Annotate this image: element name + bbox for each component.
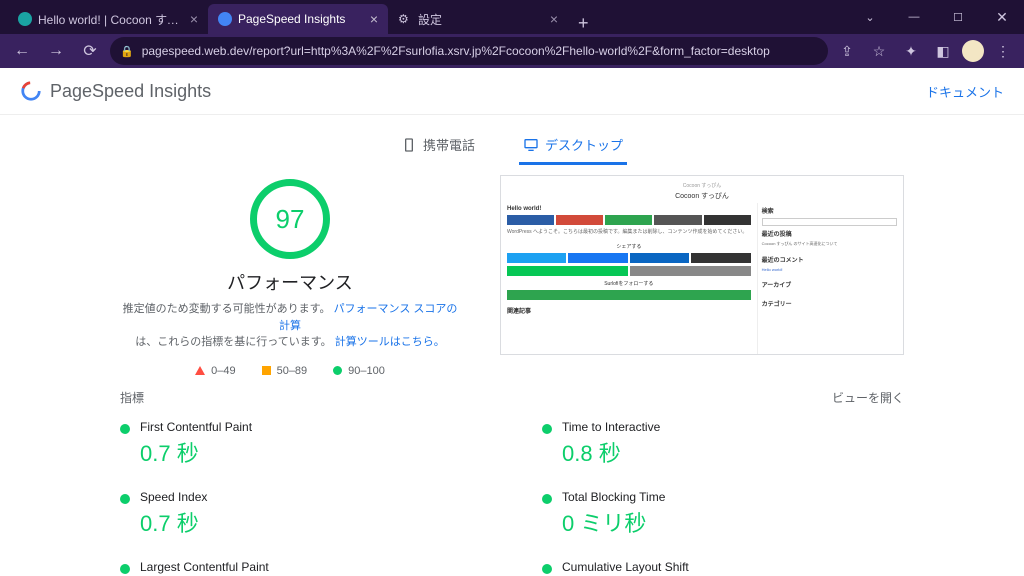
metric-si: Speed Index0.7 秒 xyxy=(120,484,482,544)
forward-button[interactable]: → xyxy=(42,37,70,65)
new-tab-button[interactable]: + xyxy=(568,13,599,34)
metric-fcp: First Contentful Paint0.7 秒 xyxy=(120,414,482,474)
tab-desktop[interactable]: デスクトップ xyxy=(519,127,627,165)
close-icon[interactable]: × xyxy=(370,11,378,27)
legend-high: 90–100 xyxy=(333,365,385,377)
metric-cls: Cumulative Layout Shift0.004 xyxy=(542,554,904,576)
performance-note: 推定値のため変動する可能性があります。 パフォーマンス スコアの計算 は、これら… xyxy=(120,301,460,351)
star-icon[interactable]: ☆ xyxy=(866,38,892,64)
performance-score: 97 xyxy=(250,179,330,259)
profile-avatar[interactable] xyxy=(962,40,984,62)
close-icon[interactable]: × xyxy=(550,11,558,27)
gear-icon: ⚙ xyxy=(398,12,412,26)
performance-label: パフォーマンス xyxy=(227,269,353,295)
tab-title: PageSpeed Insights xyxy=(238,12,364,26)
psi-header: PageSpeed Insights ドキュメント xyxy=(0,68,1024,115)
close-icon[interactable]: × xyxy=(190,11,198,27)
status-dot-icon xyxy=(542,564,552,574)
status-dot-icon xyxy=(120,494,130,504)
device-tabs: 携帯電話 デスクトップ xyxy=(0,127,1024,165)
window-controls: ⌄ — ☐ ✕ xyxy=(848,0,1024,34)
report-summary: 97 パフォーマンス 推定値のため変動する可能性があります。 パフォーマンス ス… xyxy=(0,165,1024,377)
browser-tab-active[interactable]: PageSpeed Insights × xyxy=(208,4,388,34)
metric-tti: Time to Interactive0.8 秒 xyxy=(542,414,904,474)
metric-lcp: Largest Contentful Paint1.2 秒 xyxy=(120,554,482,576)
browser-tab[interactable]: Hello world! | Cocoon すっぴん × xyxy=(8,4,208,34)
mobile-icon xyxy=(401,137,417,153)
tab-label: デスクトップ xyxy=(545,135,623,154)
desktop-icon xyxy=(523,137,539,153)
score-legend: 0–49 50–89 90–100 xyxy=(195,365,385,377)
chevron-down-icon[interactable]: ⌄ xyxy=(848,0,892,34)
page-content: PageSpeed Insights ドキュメント 携帯電話 デスクトップ 97… xyxy=(0,68,1024,576)
site-screenshot: Cocoon すっぴん Cocoon すっぴん Hello world! Wor… xyxy=(500,175,904,355)
menu-icon[interactable]: ⋮ xyxy=(990,38,1016,64)
close-window-button[interactable]: ✕ xyxy=(980,0,1024,34)
browser-toolbar: ← → ⟳ 🔒 pagespeed.web.dev/report?url=htt… xyxy=(0,34,1024,68)
psi-title: PageSpeed Insights xyxy=(50,81,211,102)
performance-gauge: 97 xyxy=(250,179,330,259)
browser-tab[interactable]: ⚙ 設定 × xyxy=(388,4,568,34)
share-icon[interactable]: ⇪ xyxy=(834,38,860,64)
circle-icon xyxy=(333,366,342,375)
tab-favicon xyxy=(218,12,232,26)
square-icon xyxy=(262,366,271,375)
expand-view-link[interactable]: ビューを開く xyxy=(832,389,904,406)
status-dot-icon xyxy=(542,424,552,434)
legend-mid: 50–89 xyxy=(262,365,308,377)
maximize-button[interactable]: ☐ xyxy=(936,0,980,34)
browser-titlebar: Hello world! | Cocoon すっぴん × PageSpeed I… xyxy=(0,0,1024,34)
score-column: 97 パフォーマンス 推定値のため変動する可能性があります。 パフォーマンス ス… xyxy=(120,175,460,377)
documentation-link[interactable]: ドキュメント xyxy=(926,82,1004,101)
reload-button[interactable]: ⟳ xyxy=(76,37,104,65)
lock-icon: 🔒 xyxy=(120,45,134,58)
tab-favicon xyxy=(18,12,32,26)
minimize-button[interactable]: — xyxy=(892,0,936,34)
address-bar[interactable]: 🔒 pagespeed.web.dev/report?url=http%3A%2… xyxy=(110,37,828,65)
url-text: pagespeed.web.dev/report?url=http%3A%2F%… xyxy=(142,44,770,58)
status-dot-icon xyxy=(542,494,552,504)
extension-icon[interactable]: ◧ xyxy=(930,38,956,64)
legend-low: 0–49 xyxy=(195,365,235,377)
back-button[interactable]: ← xyxy=(8,37,36,65)
calculator-link[interactable]: 計算ツールはこちら。 xyxy=(335,336,445,348)
tab-title: 設定 xyxy=(418,11,544,28)
metrics-grid: First Contentful Paint0.7 秒 Time to Inte… xyxy=(0,410,1024,576)
extensions-icon[interactable]: ✦ xyxy=(898,38,924,64)
tab-strip: Hello world! | Cocoon すっぴん × PageSpeed I… xyxy=(0,0,848,34)
metrics-label: 指標 xyxy=(120,389,144,406)
tab-label: 携帯電話 xyxy=(423,135,475,154)
metrics-header: 指標 ビューを開く xyxy=(0,377,1024,410)
tab-mobile[interactable]: 携帯電話 xyxy=(397,127,479,165)
status-dot-icon xyxy=(120,424,130,434)
psi-brand[interactable]: PageSpeed Insights xyxy=(20,80,211,102)
tab-title: Hello world! | Cocoon すっぴん xyxy=(38,11,184,28)
metric-tbt: Total Blocking Time0 ミリ秒 xyxy=(542,484,904,544)
triangle-icon xyxy=(195,366,205,375)
psi-logo-icon xyxy=(20,80,42,102)
status-dot-icon xyxy=(120,564,130,574)
